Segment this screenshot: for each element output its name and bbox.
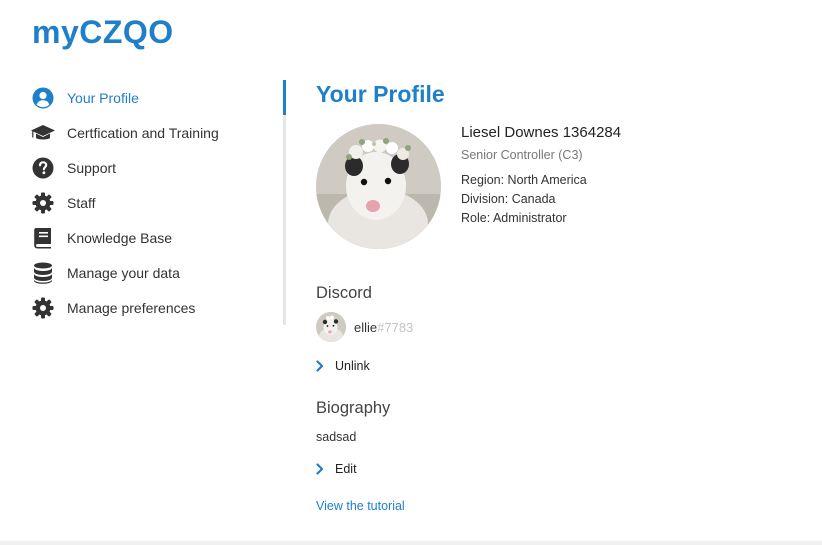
sidebar-item-label: Knowledge Base [67,229,173,246]
user-circle-icon [30,85,56,111]
brand-logo[interactable]: myCZQO [32,14,174,51]
discord-tag: #7783 [377,319,414,335]
question-circle-icon [30,155,56,181]
profile-card: Liesel Downes 1364284 Senior Controller … [316,124,806,249]
edit-biography-button[interactable]: Edit [316,460,357,478]
sidebar-divider [283,80,286,325]
sidebar-item-manage-preferences[interactable]: Manage preferences [30,290,280,325]
sidebar-item-label: Staff [67,194,96,211]
biography-heading: Biography [316,399,391,417]
chevron-right-icon [316,359,326,373]
unlink-discord-button[interactable]: Unlink [316,357,370,375]
sidebar-item-label: Your Profile [67,89,139,106]
chevron-right-icon [316,462,326,476]
sidebar-item-label: Manage preferences [67,299,196,316]
avatar [316,124,441,249]
gear-icon [30,190,56,216]
profile-name: Liesel Downes 1364284 [461,124,622,141]
graduation-cap-icon [30,120,56,146]
profile-division: Division: Canada [461,192,556,206]
discord-account: ellie #7783 [316,312,413,342]
sidebar-nav: Your Profile Certfication and Training S… [30,80,286,325]
profile-rating: Senior Controller (C3) [461,148,583,162]
opossum-photo [316,124,441,249]
page-title: Your Profile [316,81,445,107]
unlink-label: Unlink [335,359,370,373]
sidebar-item-support[interactable]: Support [30,150,280,185]
main-content: Your Profile Liesel Downes 1364284 Senio… [316,78,806,513]
sidebar-item-label: Support [67,159,117,176]
active-indicator [283,80,286,115]
sidebar-item-label: Manage your data [67,264,180,281]
book-icon [30,225,56,251]
page: myCZQO Your Profile Certfication and Tra… [0,0,822,545]
database-icon [30,260,56,286]
gear-icon [30,295,56,321]
discord-avatar [316,312,346,342]
biography-text: sadsad [316,430,357,444]
profile-role: Role: Administrator [461,211,567,225]
view-tutorial-link[interactable]: View the tutorial [316,499,405,513]
sidebar-item-label: Certfication and Training [67,124,219,141]
sidebar-item-knowledge-base[interactable]: Knowledge Base [30,220,280,255]
edit-label: Edit [335,462,357,476]
sidebar-item-certification-training[interactable]: Certfication and Training [30,115,280,150]
sidebar-item-manage-data[interactable]: Manage your data [30,255,280,290]
sidebar-item-staff[interactable]: Staff [30,185,280,220]
discord-username: ellie [354,319,378,335]
profile-info: Liesel Downes 1364284 Senior Controller … [461,124,621,228]
discord-heading: Discord [316,284,372,302]
bottom-edge [0,541,822,545]
profile-region: Region: North America [461,173,587,187]
sidebar-item-your-profile[interactable]: Your Profile [30,80,280,115]
